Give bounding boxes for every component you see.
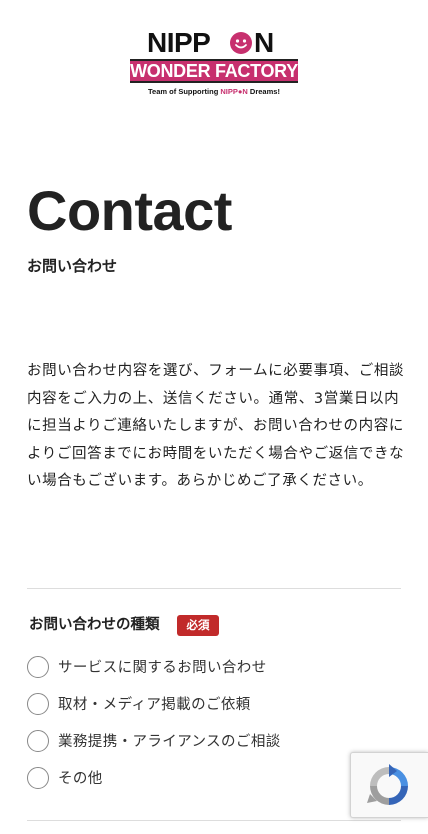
- inquiry-option-label[interactable]: 業務提携・アライアンスのご相談: [58, 731, 281, 753]
- logo-wordmark: NIPP N: [130, 28, 298, 58]
- inquiry-option-label[interactable]: 取材・メディア掲載のご依頼: [58, 694, 251, 716]
- site-logo[interactable]: NIPP N WONDER FACTORY Team of Supporting…: [130, 28, 298, 100]
- radio-button[interactable]: [27, 767, 49, 789]
- smiley-face-icon: [229, 31, 253, 55]
- radio-button[interactable]: [27, 730, 49, 752]
- recaptcha-icon: [367, 764, 408, 805]
- inquiry-type-label: お問い合わせの種類: [29, 617, 160, 633]
- logo-word-n: N: [254, 27, 274, 58]
- radio-button[interactable]: [27, 693, 49, 715]
- required-badge: 必須: [177, 615, 219, 636]
- inquiry-option-service[interactable]: サービスに関するお問い合わせ: [27, 656, 327, 680]
- divider: [27, 820, 401, 821]
- inquiry-option-label[interactable]: サービスに関するお問い合わせ: [58, 657, 267, 679]
- page-title: Contact: [27, 179, 232, 242]
- logo-banner-text: WONDER FACTORY: [130, 61, 298, 81]
- logo-tagline-after: Dreams!: [247, 87, 280, 96]
- inquiry-option-other[interactable]: その他: [27, 767, 327, 791]
- inquiry-option-partnership[interactable]: 業務提携・アライアンスのご相談: [27, 730, 327, 754]
- page-subtitle: お問い合わせ: [27, 257, 118, 275]
- logo-word-nipp: NIPP: [147, 27, 211, 58]
- inquiry-option-label[interactable]: その他: [58, 768, 103, 790]
- logo-tagline-accent: NIPP●N: [220, 87, 248, 96]
- radio-button[interactable]: [27, 656, 49, 678]
- recaptcha-badge[interactable]: [350, 752, 428, 818]
- inquiry-option-media[interactable]: 取材・メディア掲載のご依頼: [27, 693, 327, 717]
- intro-text: お問い合わせ内容を選び、フォームに必要事項、ご相談内容をご入力の上、送信ください…: [27, 363, 405, 489]
- logo-banner: WONDER FACTORY: [130, 59, 298, 83]
- logo-tagline: Team of Supporting NIPP●N Dreams!: [130, 87, 298, 97]
- divider: [27, 588, 401, 589]
- logo-tagline-before: Team of Supporting: [148, 87, 221, 96]
